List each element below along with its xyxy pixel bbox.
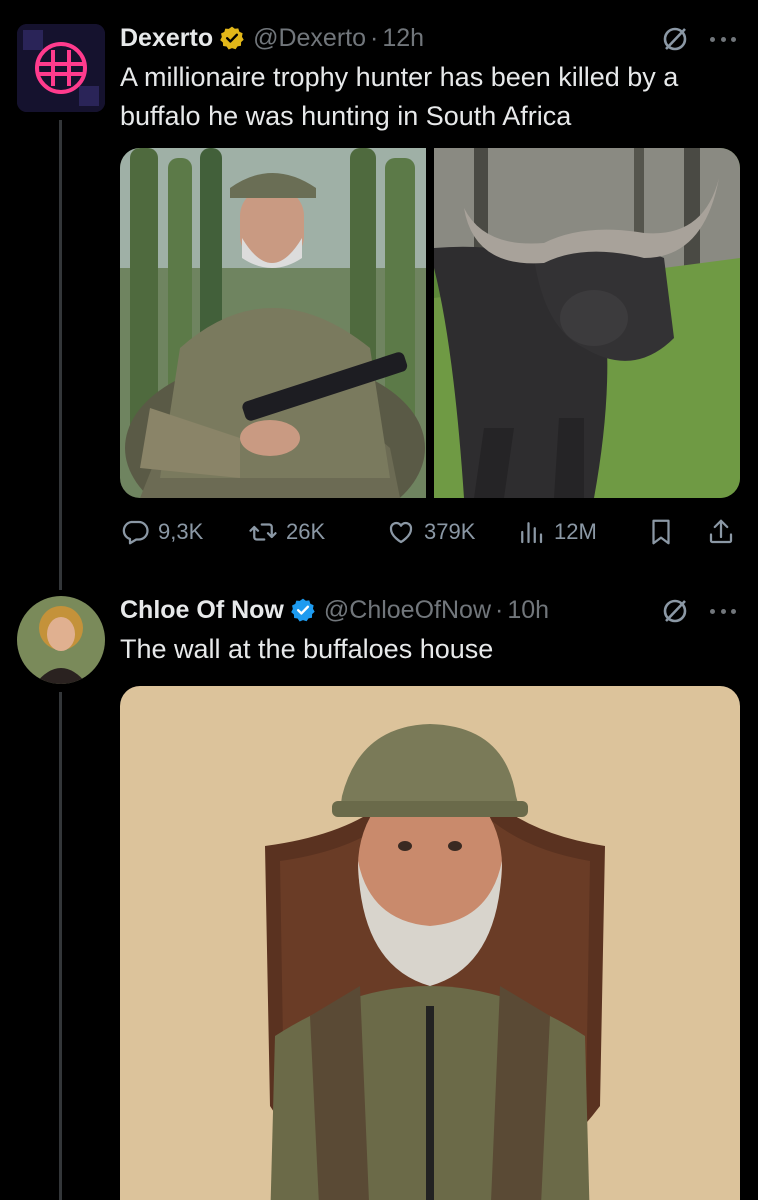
like-count: 379K (424, 519, 476, 544)
tweet-header: Chloe Of Now @ChloeOfNow · 10h (120, 592, 549, 628)
thread-line (59, 692, 62, 1200)
grok-icon[interactable] (660, 24, 690, 54)
reply-icon (122, 520, 149, 545)
verified-blue-badge-icon (290, 597, 316, 623)
bookmark-button[interactable] (646, 512, 684, 552)
heart-icon (389, 521, 413, 544)
views-icon (521, 522, 543, 544)
repost-icon (249, 523, 277, 541)
verified-gold-badge-icon (219, 25, 245, 51)
photo-hunter-mounted-on-wall[interactable] (120, 686, 740, 1200)
author-name[interactable]: Dexerto (120, 24, 213, 53)
separator-dot: · (370, 23, 379, 52)
reply-count: 9,3K (158, 519, 204, 544)
author-name[interactable]: Chloe Of Now (120, 596, 284, 625)
timestamp[interactable]: 12h (382, 24, 424, 53)
reply-button[interactable]: 9,3K (120, 512, 203, 552)
views-button[interactable]: 12M (516, 512, 597, 552)
grok-icon[interactable] (660, 596, 690, 626)
photo-cape-buffalo[interactable] (434, 148, 740, 498)
share-icon (709, 519, 733, 544)
repost-button[interactable]: 26K (248, 512, 325, 552)
photo-hunter-with-rifle[interactable] (120, 148, 426, 498)
view-count: 12M (554, 519, 597, 544)
thread-line (59, 120, 62, 590)
author-handle[interactable]: @Dexerto (253, 24, 366, 53)
tweet-text: A millionaire trophy hunter has been kil… (120, 62, 679, 131)
avatar-chloeofnow[interactable] (17, 596, 105, 684)
avatar-dexerto[interactable] (17, 24, 105, 112)
share-button[interactable] (706, 512, 744, 552)
tweet-text: The wall at the buffaloes house (120, 634, 494, 664)
more-options-icon[interactable] (708, 24, 738, 54)
repost-count: 26K (286, 519, 326, 544)
bookmark-icon (652, 519, 670, 545)
like-button[interactable]: 379K (386, 512, 475, 552)
tweet-actions: 9,3K 26K 379K 12M (120, 512, 740, 552)
tweet-header: Dexerto @Dexerto · 12h (120, 20, 424, 56)
more-options-icon[interactable] (708, 596, 738, 626)
timestamp[interactable]: 10h (507, 596, 549, 625)
separator-dot: · (495, 595, 504, 624)
author-handle[interactable]: @ChloeOfNow (324, 596, 491, 625)
